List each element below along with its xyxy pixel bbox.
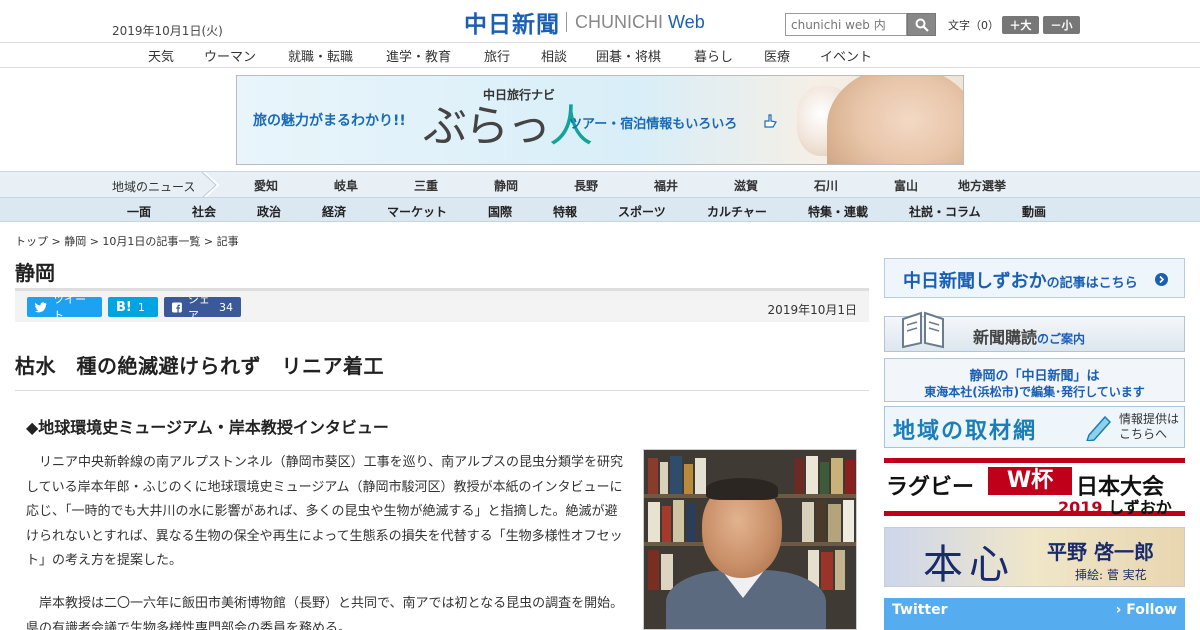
logo-english: CHUNICHI Web	[575, 11, 705, 32]
main-nav-item[interactable]: 社会	[192, 203, 216, 220]
tweet-button[interactable]: ツイート	[27, 293, 102, 322]
header-date: 2019年10月1日(火)	[112, 24, 223, 38]
font-enlarge-button[interactable]: ＋大	[1002, 16, 1039, 34]
article-paragraph: 岸本教授は二〇一六年に飯田市美術博物館（長野）と共同で、南アでは初となる昆虫の調…	[26, 596, 624, 630]
ad-nav-label: 中日旅行ナビ	[483, 88, 556, 102]
top-nav-item[interactable]: 天気	[148, 46, 174, 65]
travel-ad-banner[interactable]: 旅の魅力がまるわかり!! ぶらっ人 中日旅行ナビ ツアー・宿泊情報もいろいろ	[236, 75, 964, 165]
chunichi-shizuoka-banner[interactable]: 中日新聞しずおかの記事はこちら	[884, 258, 1185, 298]
top-nav-item[interactable]: 囲碁・将棋	[596, 46, 661, 65]
arrow-circle-icon	[1155, 273, 1168, 286]
region-item[interactable]: 福井	[654, 177, 678, 194]
region-item[interactable]: 富山	[894, 177, 918, 194]
main-nav: 一面 社会 政治 経済 マーケット 国際 特報 スポーツ カルチャー 特集・連載…	[0, 197, 1200, 222]
top-nav-item[interactable]: 暮らし	[694, 46, 733, 65]
article-photo[interactable]	[643, 449, 857, 630]
main-nav-item[interactable]: 国際	[488, 203, 512, 220]
search-input[interactable]	[785, 13, 907, 36]
region-item[interactable]: 滋賀	[734, 177, 758, 194]
twitter-bird-icon	[35, 301, 47, 312]
rugby-world-cup-banner[interactable]: ラグビー W杯 日本大会 2019 しずおか	[884, 458, 1185, 517]
facebook-label: シェア	[187, 293, 210, 322]
main-nav-item[interactable]: 経済	[322, 203, 346, 220]
subscription-banner[interactable]: 新聞購読のご案内	[884, 311, 1185, 352]
top-nav-item[interactable]: 進学・教育	[386, 46, 451, 65]
facebook-share-button[interactable]: シェア 34	[164, 293, 241, 322]
search-button[interactable]	[907, 13, 936, 36]
site-logo[interactable]: 中日新聞 CHUNICHI Web	[464, 8, 705, 39]
ad-left-text: 旅の魅力がまるわかり!!	[253, 113, 406, 129]
search-icon	[915, 18, 929, 32]
region-nav-label: 地域のニュース	[112, 180, 196, 194]
main-nav-item[interactable]: 特集・連載	[808, 203, 868, 220]
ad-model-image	[827, 76, 963, 164]
hand-pointer-icon	[764, 114, 777, 128]
top-nav-item[interactable]: ウーマン	[204, 46, 256, 65]
font-size-label: 文字（0）	[948, 19, 999, 32]
main-nav-item[interactable]: 一面	[127, 203, 151, 220]
main-nav-item[interactable]: 政治	[257, 203, 281, 220]
breadcrumb[interactable]: トップ > 静岡 > 10月1日の記事一覧 > 記事	[15, 233, 239, 249]
logo-divider	[566, 12, 567, 32]
hatena-bookmark-button[interactable]: B! 1	[108, 297, 158, 317]
tokai-hq-notice[interactable]: 静岡の「中日新聞」は 東海本社(浜松市)で編集･発行しています	[884, 358, 1185, 402]
main-nav-item[interactable]: 特報	[553, 203, 577, 220]
hatena-count: 1	[137, 300, 145, 314]
twitter-follow-banner[interactable]: Twitter › Follow	[884, 598, 1185, 630]
font-shrink-button[interactable]: －小	[1043, 16, 1080, 34]
article-date: 2019年10月1日	[767, 303, 857, 317]
main-nav-item[interactable]: スポーツ	[618, 203, 666, 220]
pencil-icon	[1086, 415, 1112, 441]
tweet-label: ツイート	[53, 293, 87, 322]
news-network-banner[interactable]: 地域の取材網 情報提供は こちらへ	[884, 406, 1185, 448]
region-item[interactable]: 三重	[414, 177, 438, 194]
top-nav: 天気 ウーマン 就職・転職 進学・教育 旅行 相談 囲碁・将棋 暮らし 医療 イ…	[0, 42, 1200, 68]
region-item[interactable]: 静岡	[494, 177, 518, 194]
top-nav-item[interactable]: イベント	[820, 46, 872, 65]
article-paragraph: リニア中央新幹線の南アルプストンネル（静岡市葵区）工事を巡り、南アルプスの昆虫分…	[26, 455, 623, 568]
article-subhead: ◆地球環境史ミュージアム・岸本教授インタビュー	[26, 418, 389, 437]
region-item[interactable]: 石川	[814, 177, 838, 194]
top-nav-item[interactable]: 旅行	[484, 46, 510, 65]
top-nav-item[interactable]: 相談	[541, 46, 567, 65]
main-nav-item[interactable]: 動画	[1022, 203, 1046, 220]
site-header: 2019年10月1日(火) 中日新聞 CHUNICHI Web 文字（0） ＋大…	[0, 0, 1200, 42]
top-nav-item[interactable]: 就職・転職	[288, 46, 353, 65]
region-item[interactable]: 地方選挙	[958, 177, 1006, 194]
logo-japanese: 中日新聞	[464, 12, 560, 38]
facebook-icon	[172, 302, 182, 312]
facebook-count: 34	[219, 300, 233, 314]
share-bar: ツイート B! 1 シェア 34 2019年10月1日	[15, 288, 869, 322]
main-nav-item[interactable]: 社説・コラム	[909, 203, 981, 220]
ad-right-text: ツアー・宿泊情報もいろいろ	[569, 117, 738, 132]
hatena-icon: B!	[116, 299, 132, 315]
region-item[interactable]: 愛知	[254, 177, 278, 194]
honshin-novel-banner[interactable]: 本心 平野 啓一郎 挿絵: 菅 実花	[884, 527, 1185, 588]
main-nav-item[interactable]: マーケット	[387, 203, 447, 220]
region-item[interactable]: 長野	[574, 177, 598, 194]
region-item[interactable]: 岐阜	[334, 177, 358, 194]
section-title: 静岡	[15, 261, 55, 285]
chevron-right-icon	[201, 172, 220, 198]
region-nav: 地域のニュース 愛知 岐阜 三重 静岡 長野 福井 滋賀 石川 富山 地方選挙	[0, 171, 1200, 198]
newspaper-icon	[902, 311, 944, 349]
main-nav-item[interactable]: カルチャー	[707, 203, 767, 220]
headline-divider	[15, 390, 869, 391]
top-nav-item[interactable]: 医療	[764, 46, 790, 65]
article-headline: 枯水 種の絶滅避けられず リニア着工	[15, 354, 384, 378]
